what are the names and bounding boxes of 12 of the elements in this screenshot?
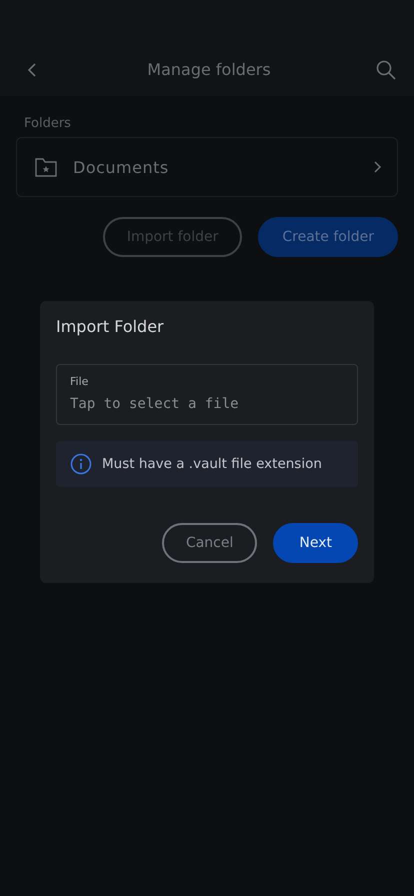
folder-row[interactable]: Documents xyxy=(17,138,397,196)
next-button[interactable]: Next xyxy=(273,523,358,563)
folder-star-icon xyxy=(35,157,57,177)
dialog-title: Import Folder xyxy=(56,317,165,336)
file-input[interactable]: Tap to select a file xyxy=(70,396,344,412)
create-folder-button[interactable]: Create folder xyxy=(258,217,398,257)
field-label: File xyxy=(70,375,90,388)
info-text: Must have a .vault file extension xyxy=(102,456,322,472)
info-icon xyxy=(70,453,92,475)
cancel-button[interactable]: Cancel xyxy=(162,523,258,563)
page-title: Manage folders xyxy=(146,59,272,81)
section-label: Folders xyxy=(23,116,72,131)
